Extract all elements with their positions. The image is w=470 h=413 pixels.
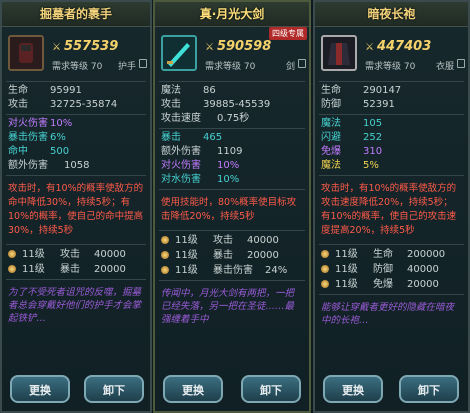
gem-row: 11级 攻击 40000 [2,247,150,262]
stat-row: 防御 52391 [321,99,395,110]
lock-icon[interactable] [139,59,147,68]
divider [6,175,146,176]
flavor-text: 为了不受死者诅咒的反噬，掘墓者总会穿戴好他们的护手才会掌起铁铲… [8,287,142,324]
item-panel-gloves: 掘墓者的裹手 ⚔ 557539 需求等级 70 护手 生命 95991 攻击 3272… [0,0,152,413]
sword-icon: ⚔ [205,42,214,53]
item-title: 真·月光大剑 [155,2,309,27]
power-score: ⚔ 447403 [365,39,432,54]
divider [6,279,146,280]
gem-row: 11级 防御 40000 [315,262,468,277]
equip-slot: 护手 [117,62,136,72]
bonus-row: 命中 500 [8,146,70,157]
item-title: 掘墓者的裹手 [2,2,150,27]
lock-icon[interactable] [457,59,465,68]
bonus-row: 额外伤害 1058 [8,160,90,171]
gem-row: 11级 暴击 20000 [2,262,150,277]
item-header: ⚔ 590598 需求等级 70 剑 [155,27,309,79]
gem-row: 11级 暴击伤害 24% [155,263,309,278]
bonus-row: 对火伤害 10% [161,160,240,171]
bonus-row: 暴击伤害 6% [8,132,66,143]
bonus-row: 对水伤害 10% [161,174,240,185]
equip-slot: 衣服 [435,62,454,72]
flavor-text: 传闻中，月光大剑有两把，一把已经失落，另一把在圣徒……最强缠着手中 [161,288,295,325]
divider [319,294,464,295]
bonus-row: 闪避 252 [321,132,383,143]
item-panel-sword: 真·月光大剑 四级专属 ⚔ 590598 需求等级 70 剑 魔法 86 攻击 398… [153,0,311,413]
divider [159,230,305,231]
effect-description: 攻击时，有10%的概率使敌方的攻击速度降低20%，持续5秒；有10%的概率，使自… [321,183,457,236]
sword-item-icon[interactable] [161,35,197,71]
replace-button[interactable]: 更换 [163,375,223,403]
remove-button[interactable]: 卸下 [241,375,301,403]
effect-description: 攻击时，有10%的概率使敌方的命中降低30%，持续5秒；有10%的概率，使自己的… [8,183,144,236]
required-level: 需求等级 70 [205,62,256,72]
gem-row: 11级 攻击 40000 [155,233,309,248]
bonus-row: 魔法 105 [321,118,383,129]
flavor-text: 能够让穿戴者更好的隐藏在暗夜中的长袍… [321,302,455,326]
stat-row: 攻击速度 0.75秒 [161,113,250,124]
divider [319,81,464,82]
power-score: ⚔ 590598 [205,39,272,54]
divider [159,128,305,129]
gem-row: 11级 暴击 20000 [155,248,309,263]
gem-icon [321,280,329,288]
divider [159,280,305,281]
gem-icon [8,250,16,258]
item-header: ⚔ 557539 需求等级 70 护手 [2,27,150,79]
bonus-row: 暴击 465 [161,132,223,143]
sword-icon: ⚔ [365,42,374,53]
item-panel-robe: 暗夜长袍 ⚔ 447403 需求等级 70 衣服 生命 290147 防御 52391… [313,0,470,413]
item-header: ⚔ 447403 需求等级 70 衣服 [315,27,468,79]
required-level: 需求等级 70 [365,62,416,72]
gem-icon [161,266,169,274]
required-level: 需求等级 70 [52,62,103,72]
gem-icon [161,251,169,259]
gloves-item-icon[interactable] [8,35,44,71]
replace-button[interactable]: 更换 [323,375,383,403]
replace-button[interactable]: 更换 [10,375,70,403]
gem-icon [321,265,329,273]
stat-row: 生命 290147 [321,85,402,96]
remove-button[interactable]: 卸下 [399,375,459,403]
equip-slot: 剑 [285,62,295,72]
gem-icon [8,265,16,273]
divider [319,114,464,115]
lock-icon[interactable] [298,59,306,68]
divider [319,175,464,176]
bonus-row: 魔法 5% [321,160,379,171]
sword-icon: ⚔ [52,42,61,53]
robe-item-icon[interactable] [321,35,357,71]
divider [319,244,464,245]
effect-description: 使用技能时，80%概率使目标攻击降低20%，持续5秒 [161,197,297,222]
gem-row: 11级 免爆 20000 [315,277,468,292]
stat-row: 攻击 39885-45539 [161,99,271,110]
power-score: ⚔ 557539 [52,39,119,54]
gem-icon [321,250,329,258]
gem-row: 11级 生命 200000 [315,247,468,262]
stat-row: 魔法 86 [161,85,216,96]
bonus-row: 免爆 310 [321,146,383,157]
item-title: 暗夜长袍 [315,2,468,27]
gem-icon [161,236,169,244]
divider [159,189,305,190]
divider [6,81,146,82]
remove-button[interactable]: 卸下 [84,375,144,403]
divider [6,244,146,245]
bonus-row: 对火伤害 10% [8,118,73,129]
bonus-row: 额外伤害 1109 [161,146,243,157]
stat-row: 攻击 32725-35874 [8,99,118,110]
stat-row: 生命 95991 [8,85,82,96]
divider [6,114,146,115]
divider [159,81,305,82]
